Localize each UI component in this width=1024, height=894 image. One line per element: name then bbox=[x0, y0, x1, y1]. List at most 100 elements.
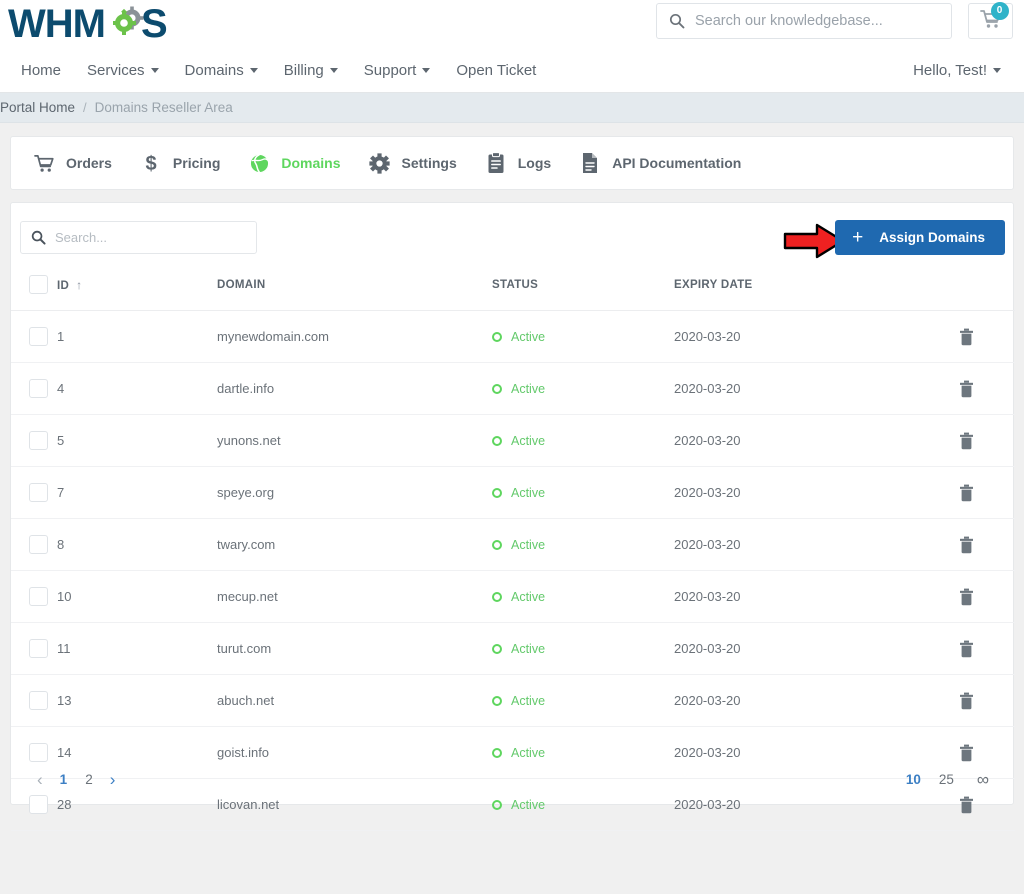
tab-settings-label: Settings bbox=[401, 155, 457, 171]
th-id[interactable]: ID ↑ bbox=[57, 265, 217, 311]
cell-domain: mecup.net bbox=[217, 570, 492, 623]
delete-domain-button[interactable] bbox=[954, 536, 978, 554]
cell-domain: mynewdomain.com bbox=[217, 310, 492, 363]
table-row[interactable]: 4 dartle.info Active 2020-03-20 bbox=[11, 362, 1015, 415]
pagination-page-2[interactable]: 2 bbox=[76, 772, 102, 787]
nav-item-home-label: Home bbox=[21, 61, 62, 79]
nav-item-billing[interactable]: Billing bbox=[271, 47, 351, 93]
row-checkbox[interactable] bbox=[29, 587, 48, 606]
cell-expiry-date: 2020-03-20 bbox=[674, 570, 954, 623]
row-checkbox[interactable] bbox=[29, 431, 48, 450]
shopping-cart-button[interactable]: 0 bbox=[968, 1, 1013, 39]
tab-logs[interactable]: Logs bbox=[471, 136, 565, 190]
row-checkbox[interactable] bbox=[29, 691, 48, 710]
cell-actions bbox=[954, 310, 1015, 363]
chevron-down-icon bbox=[249, 67, 258, 73]
main-nav-items: Home Services Domains Billing Support Op… bbox=[8, 47, 549, 93]
per-page-25[interactable]: 25 bbox=[930, 772, 963, 787]
assign-domains-button[interactable]: + Assign Domains bbox=[835, 220, 1005, 255]
delete-domain-button[interactable] bbox=[954, 692, 978, 710]
tab-pricing-label: Pricing bbox=[172, 155, 221, 171]
row-checkbox[interactable] bbox=[29, 327, 48, 346]
cell-id: 8 bbox=[57, 518, 217, 571]
account-menu[interactable]: Hello, Test! bbox=[900, 47, 1014, 93]
row-checkbox[interactable] bbox=[29, 483, 48, 502]
status-label: Active bbox=[511, 433, 546, 448]
table-row[interactable]: 8 twary.com Active 2020-03-20 bbox=[11, 518, 1015, 571]
pagination-per-page: 10 25 ∞ bbox=[897, 770, 999, 790]
table-search-input[interactable] bbox=[55, 230, 225, 245]
tab-api-documentation[interactable]: API Documentation bbox=[565, 136, 755, 190]
cell-expiry-date: 2020-03-20 bbox=[674, 622, 954, 675]
delete-domain-button[interactable] bbox=[954, 484, 978, 502]
tab-domains[interactable]: Domains bbox=[234, 136, 354, 190]
cell-id: 7 bbox=[57, 466, 217, 519]
nav-item-open-ticket-label: Open Ticket bbox=[456, 61, 537, 79]
clipboard-icon bbox=[485, 152, 507, 174]
tab-api-documentation-label: API Documentation bbox=[612, 155, 742, 171]
table-row[interactable]: 7 speye.org Active 2020-03-20 bbox=[11, 466, 1015, 519]
table-row[interactable]: 13 abuch.net Active 2020-03-20 bbox=[11, 674, 1015, 727]
row-checkbox[interactable] bbox=[29, 639, 48, 658]
search-icon bbox=[31, 230, 46, 245]
delete-domain-button[interactable] bbox=[954, 588, 978, 606]
cell-expiry-date: 2020-03-20 bbox=[674, 362, 954, 415]
knowledgebase-search-input[interactable] bbox=[695, 13, 925, 29]
th-status[interactable]: STATUS bbox=[492, 265, 674, 311]
tab-pricing[interactable]: $ Pricing bbox=[126, 136, 234, 190]
status-active-icon bbox=[492, 643, 502, 654]
status-active-icon bbox=[492, 539, 502, 550]
nav-item-open-ticket[interactable]: Open Ticket bbox=[443, 47, 549, 93]
cell-status: Active bbox=[492, 362, 674, 415]
th-domain[interactable]: DOMAIN bbox=[217, 265, 492, 311]
row-checkbox[interactable] bbox=[29, 379, 48, 398]
th-expiry-date[interactable]: EXPIRY DATE bbox=[674, 265, 954, 311]
table-header-row: ID ↑ DOMAIN STATUS EXPIRY DATE bbox=[11, 265, 1015, 311]
tab-settings[interactable]: Settings bbox=[355, 136, 471, 190]
table-row[interactable]: 10 mecup.net Active 2020-03-20 bbox=[11, 570, 1015, 623]
pagination-prev-button[interactable]: ‹ bbox=[29, 770, 51, 790]
cell-actions bbox=[954, 362, 1015, 415]
th-actions bbox=[954, 265, 1015, 311]
pagination-next-button[interactable]: › bbox=[102, 770, 124, 790]
delete-domain-button[interactable] bbox=[954, 380, 978, 398]
pagination-pages: ‹ 1 2 › bbox=[29, 770, 123, 790]
nav-item-services[interactable]: Services bbox=[74, 47, 172, 93]
knowledgebase-search-box[interactable] bbox=[656, 3, 952, 39]
page-body: Orders $ Pricing Domains Settings Logs A… bbox=[0, 123, 1024, 894]
status-label: Active bbox=[511, 589, 546, 604]
trash-icon bbox=[959, 432, 973, 449]
nav-item-domains[interactable]: Domains bbox=[172, 47, 271, 93]
table-row[interactable]: 11 turut.com Active 2020-03-20 bbox=[11, 622, 1015, 675]
delete-domain-button[interactable] bbox=[954, 432, 978, 450]
module-tabs: Orders $ Pricing Domains Settings Logs A… bbox=[10, 136, 1014, 190]
cell-expiry-date: 2020-03-20 bbox=[674, 414, 954, 467]
per-page-10[interactable]: 10 bbox=[897, 772, 930, 787]
shopping-cart-icon bbox=[33, 152, 55, 174]
table-row[interactable]: 1 mynewdomain.com Active 2020-03-20 bbox=[11, 310, 1015, 363]
pagination: ‹ 1 2 › 10 25 ∞ bbox=[11, 755, 1013, 804]
cell-id: 13 bbox=[57, 674, 217, 727]
status-active-icon bbox=[492, 435, 502, 446]
trash-icon bbox=[959, 588, 973, 605]
select-all-checkbox[interactable] bbox=[29, 275, 48, 294]
nav-item-home[interactable]: Home bbox=[8, 47, 74, 93]
per-page-all[interactable]: ∞ bbox=[963, 770, 999, 790]
status-label: Active bbox=[511, 693, 546, 708]
cell-status: Active bbox=[492, 622, 674, 675]
table-row[interactable]: 5 yunons.net Active 2020-03-20 bbox=[11, 414, 1015, 467]
domains-table-body: 1 mynewdomain.com Active 2020-03-20 4 dartle.… bbox=[11, 310, 1015, 831]
delete-domain-button[interactable] bbox=[954, 640, 978, 658]
nav-item-support[interactable]: Support bbox=[351, 47, 444, 93]
table-toolbar: + Assign Domains bbox=[11, 203, 1013, 265]
account-menu-trigger[interactable]: Hello, Test! bbox=[900, 47, 1014, 93]
cell-id: 11 bbox=[57, 622, 217, 675]
tab-orders[interactable]: Orders bbox=[19, 136, 126, 190]
table-search-box[interactable] bbox=[20, 221, 257, 254]
pagination-page-1[interactable]: 1 bbox=[51, 772, 77, 787]
breadcrumb-portal-home[interactable]: Portal Home bbox=[0, 100, 75, 115]
status-label: Active bbox=[511, 329, 546, 344]
nav-item-support-label: Support bbox=[363, 61, 417, 79]
row-checkbox[interactable] bbox=[29, 535, 48, 554]
delete-domain-button[interactable] bbox=[954, 328, 978, 346]
